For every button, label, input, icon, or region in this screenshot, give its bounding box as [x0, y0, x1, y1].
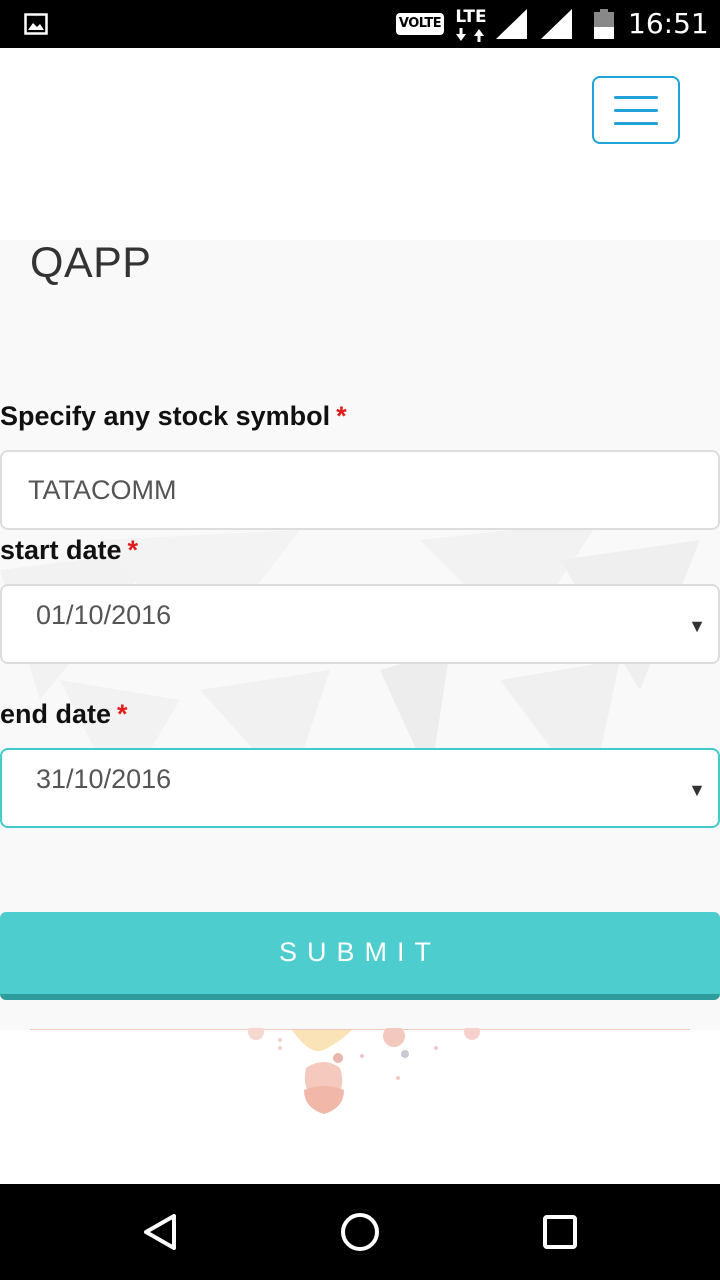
home-circle-icon[interactable]	[336, 1208, 384, 1256]
start-date-label: start date *	[0, 533, 138, 567]
navigation-bar	[0, 1184, 720, 1280]
start-date-value: 01/10/2016	[36, 600, 172, 630]
end-date-label: end date *	[0, 697, 128, 731]
end-date-label-text: end date	[0, 699, 112, 729]
signal-icon	[541, 9, 572, 39]
footer-illustration	[248, 1028, 480, 1114]
required-mark: *	[336, 401, 347, 431]
main-panel: QAPP Specify any stock symbol * TATACOMM …	[0, 240, 720, 1030]
back-triangle-icon[interactable]	[136, 1208, 184, 1256]
status-bar: VOLTE LTE 16:51	[0, 0, 720, 48]
end-date-value: 31/10/2016	[36, 764, 172, 794]
chevron-down-icon: ▼	[688, 780, 706, 800]
lte-indicator: LTE	[452, 6, 490, 42]
volte-badge: VOLTE	[396, 13, 444, 35]
status-time: 16:51	[628, 7, 709, 40]
chevron-down-icon: ▼	[688, 616, 706, 636]
data-arrows-icon	[456, 28, 484, 42]
recents-square-icon[interactable]	[536, 1208, 584, 1256]
image-icon	[24, 13, 48, 35]
end-date-select[interactable]: 31/10/2016 ▼	[0, 748, 720, 828]
required-mark: *	[117, 699, 128, 729]
start-date-select[interactable]: 01/10/2016 ▼	[0, 584, 720, 664]
menu-button[interactable]	[592, 76, 680, 144]
symbol-label: Specify any stock symbol *	[0, 399, 347, 433]
required-mark: *	[127, 535, 139, 565]
lte-label: LTE	[455, 7, 487, 27]
stock-symbol-value: TATACOMM	[28, 475, 177, 505]
stock-symbol-input[interactable]: TATACOMM	[0, 450, 720, 530]
app-title: QAPP	[30, 240, 152, 287]
signal-icon	[496, 9, 527, 39]
submit-button[interactable]: SUBMIT	[0, 912, 720, 1000]
start-date-label-text: start date	[0, 535, 122, 565]
battery-icon	[594, 9, 614, 39]
symbol-label-text: Specify any stock symbol	[0, 401, 331, 431]
header	[0, 48, 720, 240]
